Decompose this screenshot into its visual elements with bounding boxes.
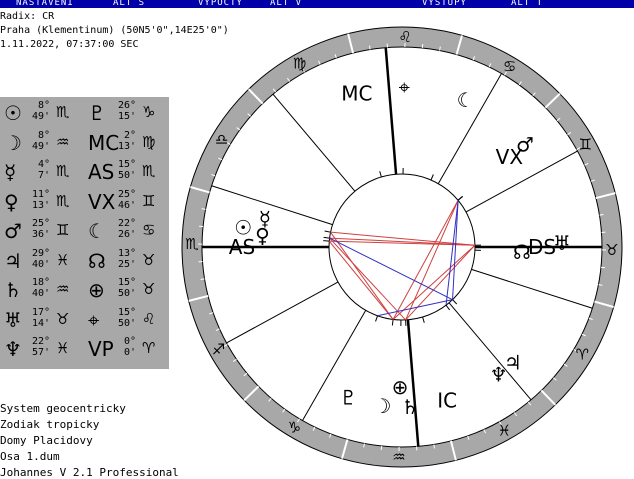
planet-glyph-vx: VX [496,145,524,169]
system-label: System geocentricky [0,402,126,415]
planet-glyph-venus: ♀ [255,224,270,248]
planet-glyph-mc: MC [341,82,372,106]
zodiac-sign-glyph: ♉ [605,241,618,259]
planet-glyph-fortune: ⊕ [392,375,409,399]
house-cusp [408,320,418,447]
zodiac-sign-glyph: ♋ [503,58,516,76]
degree-tick [599,214,603,215]
zodiac-sign-glyph: ♏ [185,235,199,253]
degree-tick [201,279,205,280]
zodiac-sign-glyph: ♈ [576,346,589,364]
planet-glyph-part: ⌖ [399,75,410,99]
houses-label: Domy Placidovy [0,434,93,447]
planet-glyph-node: ☊ [513,240,531,264]
planet-glyph-ic: IC [437,388,457,412]
planet-glyph-ds: DS [528,235,556,259]
degree-tick [434,444,435,448]
planet-glyph-as: AS [229,235,255,259]
planet-tick [376,316,378,322]
zodiac-label: Zodiak tropicky [0,418,99,431]
planet-tick [431,174,433,180]
planet-glyph-lilith: ☾ [457,88,475,112]
zodiac-sign-glyph: ♐ [212,340,225,358]
app-name-label: Johannes V 2.1 Professional [0,466,179,479]
planet-tick [458,196,463,200]
house-cusp [212,186,333,225]
planet-glyph-neptune: ♆ [490,363,508,387]
house-cusp [273,94,355,191]
zodiac-sign-glyph: ♍ [293,55,306,73]
planet-tick [446,305,450,310]
zodiac-sign-glyph: ♑ [288,418,301,436]
zodiac-sign-glyph: ♎ [215,130,228,148]
zodiac-sign-glyph: ♒ [392,448,405,466]
planet-tick [392,319,393,325]
planet-tick [380,171,382,177]
planet-tick [324,237,330,238]
house-cusp [227,282,338,343]
house-cusp [471,269,592,308]
zodiac-sign-glyph: ♌ [398,28,411,46]
zodiac-sign-glyph: ♓ [498,421,511,439]
planet-tick [325,231,331,232]
zodiac-sign-glyph: ♊ [579,136,592,154]
planet-glyph-moon: ☽ [374,394,392,418]
planet-tick [453,300,457,304]
planet-tick [423,317,425,323]
planet-glyph-pluto: ♇ [339,386,357,410]
degree-tick [369,46,370,50]
axis-label: Osa 1.dum [0,450,60,463]
house-cusp [386,48,396,175]
